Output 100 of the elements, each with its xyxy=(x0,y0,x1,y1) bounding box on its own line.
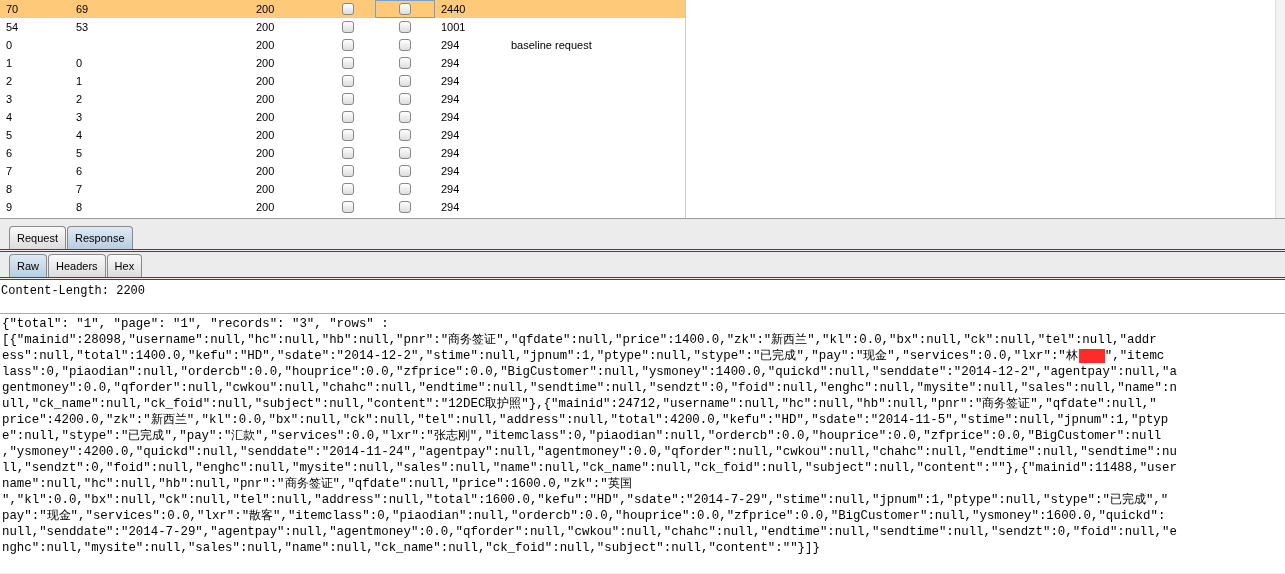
checkbox[interactable] xyxy=(399,183,411,195)
table-cell: 294 xyxy=(441,182,460,195)
checkbox[interactable] xyxy=(341,39,354,51)
table-cell: 200 xyxy=(256,164,275,177)
table-row[interactable]: 4 3 200 294 xyxy=(0,108,685,126)
checkbox[interactable] xyxy=(399,147,411,159)
tab[interactable]: Request xyxy=(9,226,66,249)
table-cell: 200 xyxy=(256,182,275,195)
table-row[interactable]: 1 0 200 294 xyxy=(0,54,685,72)
code-line: {"total": "1", "page": "1", "records": "3", "rows" : xyxy=(2,317,389,331)
table-cell: 6 xyxy=(6,146,13,159)
table-cell: 3 xyxy=(6,92,13,105)
code-line: pay":"现金","services":0.0,"lxr":"散客","itemclass":0,"piaodian":null,"ordercb":0.0,"houprice":0.0,"zfprice":0.0,"BigCustomer":null,"ysmoney":1600.0,"quickd": xyxy=(2,509,1166,523)
table-cell: 1 xyxy=(6,56,13,69)
table-row[interactable]: 6 5 200 294 xyxy=(0,144,685,162)
table-cell: 54 xyxy=(6,20,19,33)
code-line: ll,"sendzt":0,"foid":null,"enghc":null,"mysite":null,"sales":null,"name":null,"ck_name":null,"ck_foid":null,"subject":null,"content":""},{"mainid":11488,"user xyxy=(2,461,1177,475)
checkbox[interactable] xyxy=(399,57,411,69)
table-cell: 1001 xyxy=(441,20,466,33)
checkbox[interactable] xyxy=(341,57,354,69)
table-cell: 200 xyxy=(256,200,275,213)
table-cell: 5 xyxy=(76,146,83,159)
table-row[interactable]: 3 2 200 294 xyxy=(0,90,685,108)
table-cell: 200 xyxy=(256,2,275,15)
table-row[interactable]: 7 6 200 294 xyxy=(0,162,685,180)
table-cell: 294 xyxy=(441,110,460,123)
table-cell: 7 xyxy=(6,164,13,177)
code-line: e":null,"stype":"已完成","pay":"汇款","services":0.0,"lxr":"张志刚","itemclass":0,"piaodian":null,"ordercb":0.0,"houprice":0.0,"zfprice":0.0,"BigCustomer":null xyxy=(2,429,1162,443)
checkbox[interactable] xyxy=(341,21,354,33)
checkbox[interactable] xyxy=(399,93,411,105)
checkbox[interactable] xyxy=(341,111,354,123)
table-cell: 294 xyxy=(441,56,460,69)
table-cell: 200 xyxy=(256,92,275,105)
table-row[interactable]: 70 69 200 2440 xyxy=(0,0,685,18)
checkbox[interactable] xyxy=(399,129,411,141)
table-row[interactable]: 2 1 200 294 xyxy=(0,72,685,90)
code-line: lass":0,"piaodian":null,"ordercb":0.0,"houprice":0.0,"zfprice":0.0,"BigCustomer":null,"ysmoney":1400.0,"quickd":null,"senddate":"2014-12-2","agentpay":null,"a xyxy=(2,365,1177,379)
tab[interactable]: Headers xyxy=(48,254,106,277)
table-cell: 4 xyxy=(6,110,13,123)
table-cell: 53 xyxy=(76,20,89,33)
table-cell: 5 xyxy=(6,128,13,141)
checkbox[interactable] xyxy=(341,3,354,15)
table-cell: 200 xyxy=(256,20,275,33)
table-cell: 200 xyxy=(256,74,275,87)
table-cell: 69 xyxy=(76,2,89,15)
table-row[interactable]: 8 7 200 294 xyxy=(0,180,685,198)
checkbox[interactable] xyxy=(399,39,411,51)
table-cell: baseline request xyxy=(511,38,592,51)
checkbox[interactable] xyxy=(341,93,354,105)
code-line: ess":null,"total":1400.0,"kefu":"HD","sdate":"2014-12-2","stime":null,"jpnum":1,"ptype":null,"stype":"已完成","pay":"现金","services":0.0,"lxr":"林 xyxy=(2,349,1078,363)
table-cell: 7 xyxy=(76,182,83,195)
table-cell: 200 xyxy=(256,38,275,51)
table-cell: 4 xyxy=(76,128,83,141)
table-cell: 200 xyxy=(256,128,275,141)
table-row[interactable]: 0 200 294 baseline request xyxy=(0,36,685,54)
code-line: nghc":null,"mysite":null,"sales":null,"name":null,"ck_name":null,"ck_foid":null,"subject":null,"content":""}]} xyxy=(2,541,820,555)
code-line: null,"senddate":"2014-7-29","agentpay":null,"agentmoney":0.0,"qforder":null,"cwkou":null,"chahc":null,"endtime":null,"sendtime":null,"sendzt":0,"foid":null,"e xyxy=(2,525,1177,539)
table-row[interactable]: 54 53 200 1001 xyxy=(0,18,685,36)
table-cell: 2 xyxy=(6,74,13,87)
table-cell: 8 xyxy=(6,182,13,195)
code-line: ,"ysmoney":4200.0,"quickd":null,"senddate":"2014-11-24","agentpay":null,"agentmoney":0.0,"qforder":null,"cwkou":null,"chahc":null,"endtime":null,"sendtime":nu xyxy=(2,445,1177,459)
checkbox[interactable] xyxy=(341,129,354,141)
checkbox[interactable] xyxy=(399,111,411,123)
checkbox[interactable] xyxy=(341,147,354,159)
table-cell: 6 xyxy=(76,164,83,177)
tab[interactable]: Response xyxy=(67,226,133,249)
checkbox[interactable] xyxy=(399,3,411,15)
table-row[interactable]: 5 4 200 294 xyxy=(0,126,685,144)
table-cell: 1 xyxy=(76,74,83,87)
code-line: ","itemc xyxy=(1104,349,1165,363)
table-cell: 3 xyxy=(76,110,83,123)
checkbox[interactable] xyxy=(341,201,354,213)
table-cell: 200 xyxy=(256,110,275,123)
table-cell: 294 xyxy=(441,164,460,177)
checkbox[interactable] xyxy=(341,75,354,87)
table-cell: 0 xyxy=(76,56,83,69)
code-line: [{"mainid":28098,"username":null,"hc":null,"hb":null,"pnr":"商务签证","qfdate":null,"price":1400.0,"zk":"新西兰","kl":0.0,"bx":null,"ck":null,"tel":null,"addr xyxy=(2,333,1157,347)
checkbox[interactable] xyxy=(399,165,411,177)
table-cell: 294 xyxy=(441,200,460,213)
checkbox[interactable] xyxy=(341,183,354,195)
table-cell: 200 xyxy=(256,56,275,69)
table-row[interactable]: 9 8 200 294 xyxy=(0,198,685,216)
table-cell: 70 xyxy=(6,2,19,15)
table-cell: 294 xyxy=(441,128,460,141)
table-cell: 2 xyxy=(76,92,83,105)
table-cell: 294 xyxy=(441,92,460,105)
tab[interactable]: Hex xyxy=(106,254,143,277)
table-cell: 294 xyxy=(441,38,460,51)
tab[interactable]: Raw xyxy=(9,254,47,277)
code-line: gentmoney":0.0,"qforder":null,"cwkou":null,"chahc":null,"endtime":null,"sendtime":null,"sendzt":0,"foid":null,"enghc":null,"mysite":null,"sales":null,"name":n xyxy=(2,381,1177,395)
table-cell: 294 xyxy=(441,74,460,87)
table-cell: 9 xyxy=(6,200,13,213)
code-line: price":4200.0,"zk":"新西兰","kl":0.0,"bx":null,"ck":null,"tel":null,"address":null,"total":4200.0,"kefu":"HD","sdate":"2014-11-5","stime":null,"jpnum":1,"ptyp xyxy=(2,413,1169,427)
scrollbar[interactable] xyxy=(1275,0,1285,218)
code-line: ","kl":0.0,"bx":null,"ck":null,"tel":null,"address":null,"total":1600.0,"kefu":"HD","sdate":"2014-7-29","stime":null,"jpnum":1,"ptype":null,"stype":"已完成"," xyxy=(2,493,1169,507)
checkbox[interactable] xyxy=(399,201,411,213)
checkbox[interactable] xyxy=(399,21,411,33)
table-cell: 294 xyxy=(441,146,460,159)
checkbox[interactable] xyxy=(399,75,411,87)
checkbox[interactable] xyxy=(341,165,354,177)
